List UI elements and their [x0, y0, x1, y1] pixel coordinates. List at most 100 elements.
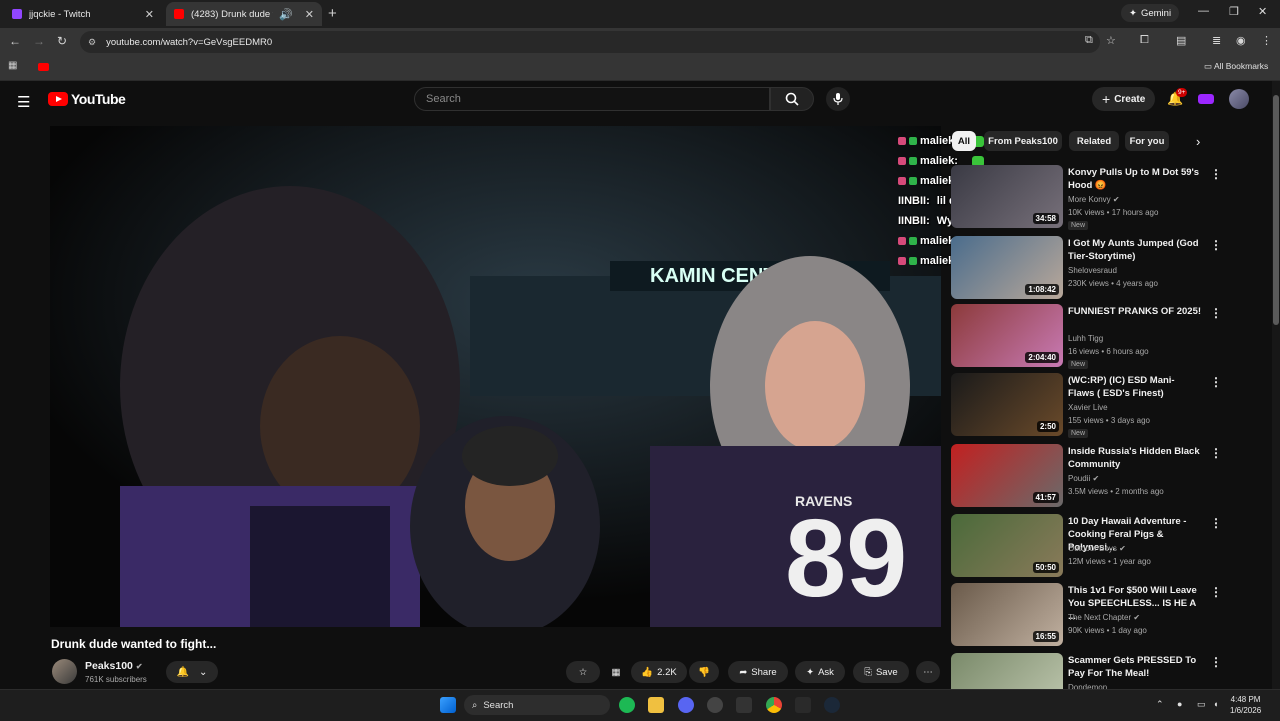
- chips-next-icon[interactable]: ›: [1196, 134, 1200, 149]
- tray-overflow-icon[interactable]: ⌃: [1156, 699, 1164, 710]
- gemini-button[interactable]: ✦ Gemini: [1121, 4, 1180, 22]
- more-options-icon[interactable]: ⋮: [1210, 585, 1222, 599]
- chat-username[interactable]: IINBII:: [898, 215, 930, 227]
- recommendation-item[interactable]: 1:08:42 I Got My Aunts Jumped (God Tier-S…: [951, 236, 1251, 300]
- restore-button[interactable]: ❐: [1229, 5, 1239, 18]
- recommendation-item[interactable]: 34:58 Konvy Pulls Up to M Dot 59's Hood 😡…: [951, 165, 1251, 230]
- tab-twitch[interactable]: jjqckie - Twitch ✕: [4, 2, 162, 26]
- epic-games-icon[interactable]: [736, 697, 752, 713]
- profile-icon[interactable]: ◉: [1236, 34, 1246, 47]
- star-button[interactable]: ☆: [566, 661, 600, 683]
- like-button[interactable]: 👍 2.2K: [631, 661, 687, 683]
- more-options-icon[interactable]: ⋮: [1210, 516, 1222, 530]
- app-icon[interactable]: [707, 697, 723, 713]
- premium-icon[interactable]: [1198, 94, 1214, 104]
- volume-icon[interactable]: ◖: [1213, 699, 1218, 709]
- video-thumbnail[interactable]: 34:58: [951, 165, 1063, 228]
- recommendation-item[interactable]: 41:57 Inside Russia's Hidden Black Commun…: [951, 444, 1251, 508]
- video-title[interactable]: FUNNIEST PRANKS OF 2025!: [1068, 305, 1203, 318]
- share-button[interactable]: ➦ Share: [728, 661, 788, 683]
- tray-icon[interactable]: ●: [1177, 699, 1182, 709]
- video-thumbnail[interactable]: 2:50: [951, 373, 1063, 436]
- more-actions-button[interactable]: ⋯: [916, 661, 940, 683]
- recommendation-item[interactable]: 2:50 (WC:RP) (IC) ESD Mani- Flaws ( ESD's…: [951, 373, 1251, 438]
- subscribed-notifications-button[interactable]: 🔔 ⌄: [166, 661, 218, 683]
- extensions-icon[interactable]: ⧠: [1140, 34, 1149, 47]
- tab-youtube[interactable]: (4283) Drunk dude wanted 🔊 ✕: [166, 2, 322, 26]
- bookmark-star-icon[interactable]: ☆: [1106, 34, 1116, 47]
- more-options-icon[interactable]: ⋮: [1210, 375, 1222, 389]
- steam-icon[interactable]: [824, 697, 840, 713]
- youtube-logo[interactable]: YouTube: [48, 91, 126, 107]
- voice-search-button[interactable]: [826, 87, 850, 111]
- channel-name[interactable]: Peaks100 ✔: [85, 660, 143, 672]
- recommendation-item[interactable]: Scammer Gets PRESSED To Pay For The Meal…: [951, 653, 1251, 689]
- close-tab-icon[interactable]: ✕: [305, 8, 314, 21]
- clock[interactable]: 4:48 PM 1/6/2026: [1230, 694, 1261, 716]
- channel-name[interactable]: Xavier Live: [1068, 403, 1108, 412]
- audio-icon[interactable]: 🔊: [279, 8, 293, 21]
- chat-username[interactable]: IINBII:: [898, 195, 930, 207]
- more-options-icon[interactable]: ⋮: [1210, 655, 1222, 669]
- grid-button[interactable]: ▦: [604, 661, 628, 683]
- video-thumbnail[interactable]: 50:50: [951, 514, 1063, 577]
- chip-related[interactable]: Related: [1069, 131, 1119, 151]
- close-tab-icon[interactable]: ✕: [145, 8, 154, 21]
- chrome-icon[interactable]: [766, 697, 782, 713]
- back-icon[interactable]: ←: [9, 34, 21, 48]
- channel-name[interactable]: Luhh Tigg: [1068, 334, 1103, 343]
- recommendation-item[interactable]: 50:50 10 Day Hawaii Adventure - Cooking F…: [951, 514, 1251, 578]
- channel-name[interactable]: Shelovesraud: [1068, 266, 1117, 275]
- video-thumbnail[interactable]: 41:57: [951, 444, 1063, 507]
- recommendation-item[interactable]: 16:55 This 1v1 For $500 Will Leave You SP…: [951, 583, 1251, 647]
- install-icon[interactable]: ⧉: [1085, 34, 1093, 47]
- channel-name[interactable]: Outdoor Boys ✔: [1068, 544, 1126, 553]
- minimize-button[interactable]: —: [1198, 5, 1209, 17]
- youtube-bookmark-icon[interactable]: [38, 63, 49, 71]
- address-bar[interactable]: ⚙ youtube.com/watch?v=GeVsgEEDMR0: [80, 31, 1100, 53]
- windows-start-icon[interactable]: [440, 697, 456, 713]
- video-title[interactable]: I Got My Aunts Jumped (God Tier-Storytim…: [1068, 237, 1203, 263]
- ask-button[interactable]: ✦ Ask: [795, 661, 845, 683]
- site-info-icon[interactable]: ⚙: [88, 37, 96, 48]
- more-options-icon[interactable]: ⋮: [1210, 167, 1222, 181]
- network-icon[interactable]: ▭: [1197, 699, 1206, 710]
- chip-for-you[interactable]: For you: [1125, 131, 1169, 151]
- file-explorer-icon[interactable]: [648, 697, 664, 713]
- new-tab-button[interactable]: +: [328, 5, 337, 22]
- page-scrollbar[interactable]: [1272, 81, 1280, 689]
- channel-name[interactable]: The Next Chapter ✔: [1068, 613, 1140, 622]
- video-player[interactable]: KAMIN CENTER 89 RAVENS: [50, 126, 941, 627]
- sidepanel-icon[interactable]: ▤: [1176, 34, 1186, 47]
- taskbar-search[interactable]: ⌕ Search: [464, 695, 610, 715]
- recommendation-item[interactable]: 2:04:40 FUNNIEST PRANKS OF 2025! Luhh Tigg…: [951, 304, 1251, 369]
- spotify-icon[interactable]: [619, 697, 635, 713]
- scrollbar-thumb[interactable]: [1273, 95, 1279, 325]
- video-title[interactable]: Scammer Gets PRESSED To Pay For The Meal…: [1068, 654, 1203, 680]
- more-options-icon[interactable]: ⋮: [1210, 238, 1222, 252]
- chip-from-peaks100[interactable]: From Peaks100: [984, 131, 1062, 151]
- video-title[interactable]: Inside Russia's Hidden Black Community: [1068, 445, 1203, 471]
- search-input[interactable]: Search: [414, 87, 770, 111]
- discord-icon[interactable]: [678, 697, 694, 713]
- video-thumbnail[interactable]: 16:55: [951, 583, 1063, 646]
- forward-icon[interactable]: →: [33, 34, 45, 48]
- reload-icon[interactable]: ↻: [57, 34, 67, 48]
- account-avatar[interactable]: [1229, 89, 1249, 109]
- save-button[interactable]: ⎘ Save: [853, 661, 909, 683]
- menu-icon[interactable]: ⋮: [1261, 34, 1272, 47]
- video-thumbnail[interactable]: [951, 653, 1063, 689]
- hamburger-menu-icon[interactable]: ☰: [17, 93, 30, 111]
- all-bookmarks[interactable]: ▭ All Bookmarks: [1204, 61, 1268, 72]
- channel-name[interactable]: More Konvy ✔: [1068, 195, 1120, 204]
- close-window-button[interactable]: ✕: [1258, 5, 1267, 18]
- app-icon[interactable]: [795, 697, 811, 713]
- apps-icon[interactable]: ▦: [8, 60, 17, 71]
- channel-name[interactable]: Poudii ✔: [1068, 474, 1099, 483]
- create-button[interactable]: + Create: [1092, 87, 1156, 111]
- video-thumbnail[interactable]: 2:04:40: [951, 304, 1063, 367]
- channel-avatar[interactable]: [52, 659, 77, 684]
- search-button[interactable]: [770, 87, 814, 111]
- video-title[interactable]: Konvy Pulls Up to M Dot 59's Hood 😡: [1068, 166, 1203, 192]
- video-thumbnail[interactable]: 1:08:42: [951, 236, 1063, 299]
